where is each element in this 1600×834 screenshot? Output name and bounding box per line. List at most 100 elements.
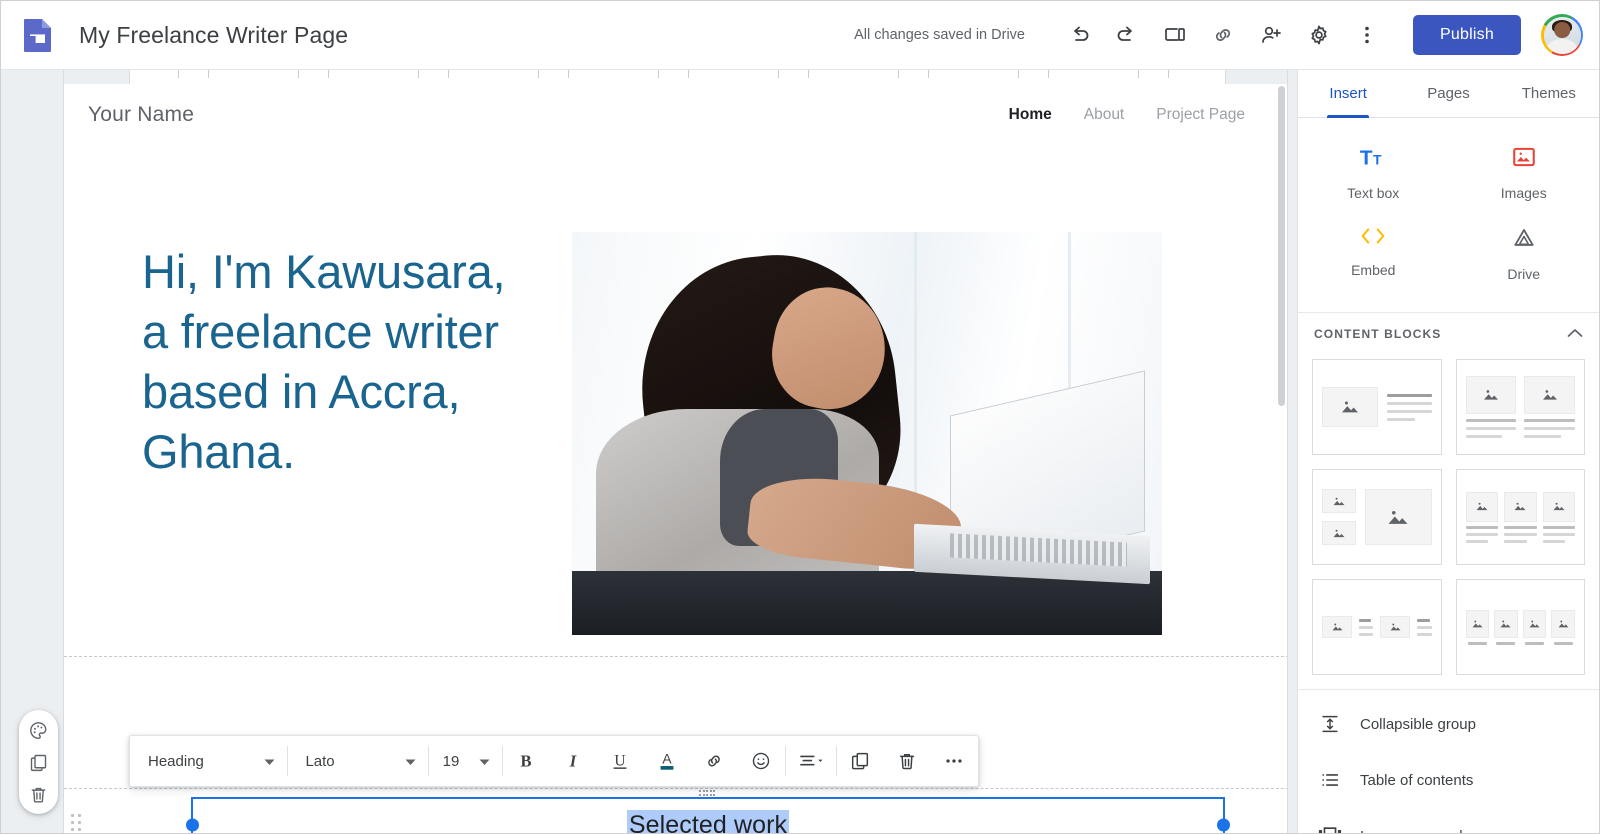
site-canvas: Your Name Home About Project Page Hi, I'… <box>63 70 1288 833</box>
drive-icon <box>1511 225 1537 256</box>
svg-text:U: U <box>614 753 625 770</box>
share-button[interactable] <box>1247 11 1295 59</box>
duplicate-button[interactable] <box>837 736 884 786</box>
page-title[interactable]: My Freelance Writer Page <box>79 22 348 49</box>
undo-button[interactable] <box>1055 11 1103 59</box>
svg-text:B: B <box>521 752 532 771</box>
google-sites-icon[interactable] <box>23 18 53 52</box>
image-placeholder-icon <box>1524 376 1575 414</box>
text-color-button[interactable]: A <box>644 736 691 786</box>
image-placeholder-icon <box>1465 609 1490 638</box>
ruler-track <box>129 70 1226 84</box>
selected-text-box[interactable]: Selected work <box>186 790 1230 833</box>
insert-table-of-contents-button[interactable]: Table of contents <box>1298 752 1599 808</box>
text-box-icon: T T <box>1358 144 1388 175</box>
more-options-button[interactable] <box>1343 11 1391 59</box>
block-four-images-captions[interactable] <box>1455 579 1585 675</box>
image-placeholder-icon <box>1322 616 1352 638</box>
hero-heading[interactable]: Hi, I'm Kawusara, a freelance writer bas… <box>142 242 542 483</box>
block-two-small-one-large-image[interactable] <box>1312 469 1442 565</box>
block-image-left-text-right[interactable] <box>1312 359 1442 455</box>
avatar[interactable] <box>1541 14 1583 56</box>
top-bar-actions <box>1055 11 1391 59</box>
duplicate-section-button[interactable] <box>24 747 54 777</box>
image-placeholder-icon <box>1504 491 1537 522</box>
tab-pages[interactable]: Pages <box>1398 70 1498 117</box>
redo-button[interactable] <box>1103 11 1151 59</box>
bold-button[interactable]: B <box>503 736 550 786</box>
image-placeholder-icon <box>1380 616 1411 638</box>
block-three-images-with-captions[interactable] <box>1455 469 1585 565</box>
insert-embed-button[interactable]: Embed <box>1298 213 1449 294</box>
embed-code-icon <box>1358 225 1388 252</box>
hero-image[interactable] <box>572 232 1162 635</box>
tab-insert[interactable]: Insert <box>1298 70 1398 117</box>
tab-themes[interactable]: Themes <box>1499 70 1599 117</box>
more-button[interactable] <box>931 736 978 786</box>
image-placeholder-icon <box>1465 376 1517 414</box>
text-style-select[interactable]: Heading <box>130 736 287 786</box>
insert-panel: Insert Pages Themes T T Text box Images … <box>1297 70 1600 834</box>
align-button[interactable] <box>785 736 836 786</box>
chevron-down-icon <box>389 753 416 770</box>
image-placeholder-icon <box>1522 609 1547 638</box>
publish-button[interactable]: Publish <box>1413 15 1521 55</box>
insert-collapsible-group-button[interactable]: Collapsible group <box>1298 696 1599 752</box>
quick-insert-label: Drive <box>1507 266 1541 282</box>
image-placeholder-icon <box>1465 491 1498 522</box>
block-two-small-image-text-pairs[interactable] <box>1312 579 1442 675</box>
component-label: Collapsible group <box>1360 715 1476 733</box>
section-background-button[interactable] <box>24 715 54 745</box>
copy-link-button[interactable] <box>1199 11 1247 59</box>
site-navigation: Home About Project Page <box>1009 106 1265 124</box>
images-icon <box>1511 144 1537 175</box>
chevron-down-icon <box>248 753 275 770</box>
section-drag-handle[interactable] <box>69 810 83 833</box>
settings-button[interactable] <box>1295 11 1343 59</box>
preview-button[interactable] <box>1151 11 1199 59</box>
underline-button[interactable]: U <box>597 736 644 786</box>
component-label: Image carousel <box>1360 828 1463 834</box>
quick-insert-label: Images <box>1500 185 1547 201</box>
font-size-select[interactable]: 19 <box>429 736 502 786</box>
delete-section-button[interactable] <box>24 779 54 809</box>
nav-item-home[interactable]: Home <box>1009 106 1052 124</box>
table-of-contents-icon <box>1318 769 1342 791</box>
insert-images-button[interactable]: Images <box>1449 132 1600 213</box>
resize-handle-right[interactable] <box>1217 818 1230 832</box>
svg-text:T: T <box>1360 147 1373 170</box>
insert-image-carousel-button[interactable]: Image carousel <box>1298 808 1599 834</box>
layout-ruler <box>64 70 1287 84</box>
insert-text-box-button[interactable]: T T Text box <box>1298 132 1449 213</box>
top-app-bar: My Freelance Writer Page All changes sav… <box>1 1 1599 70</box>
delete-button[interactable] <box>884 736 931 786</box>
text-format-toolbar: Heading Lato 19 B I U A <box>129 735 979 787</box>
site-name[interactable]: Your Name <box>88 103 194 127</box>
insert-link-button[interactable] <box>691 736 738 786</box>
svg-text:A: A <box>662 752 672 767</box>
nav-item-project-page[interactable]: Project Page <box>1156 106 1245 124</box>
emoji-button[interactable] <box>738 736 785 786</box>
content-blocks-header[interactable]: CONTENT BLOCKS <box>1298 313 1599 355</box>
block-two-images-with-captions[interactable] <box>1455 359 1585 455</box>
section-divider-top <box>64 656 1287 657</box>
chevron-down-icon <box>469 753 490 770</box>
italic-button[interactable]: I <box>550 736 597 786</box>
font-family-select[interactable]: Lato <box>287 736 427 786</box>
selected-text[interactable]: Selected work <box>626 809 790 833</box>
text-box-drag-handle[interactable] <box>699 790 717 798</box>
quick-insert-label: Text box <box>1347 185 1400 201</box>
image-placeholder-icon <box>1322 489 1356 513</box>
resize-handle-left[interactable] <box>186 818 199 832</box>
content-blocks-grid <box>1298 355 1599 689</box>
component-label: Table of contents <box>1360 771 1474 789</box>
nav-item-about[interactable]: About <box>1084 106 1125 124</box>
save-status: All changes saved in Drive <box>854 27 1025 43</box>
google-sites-editor: My Freelance Writer Page All changes sav… <box>0 0 1600 834</box>
insert-drive-button[interactable]: Drive <box>1449 213 1600 294</box>
hero-section: Hi, I'm Kawusara, a freelance writer bas… <box>64 150 1287 655</box>
chevron-up-icon[interactable] <box>1567 325 1583 343</box>
image-carousel-icon <box>1318 825 1342 833</box>
section-divider-middle <box>64 788 1287 789</box>
svg-text:I: I <box>569 752 577 771</box>
